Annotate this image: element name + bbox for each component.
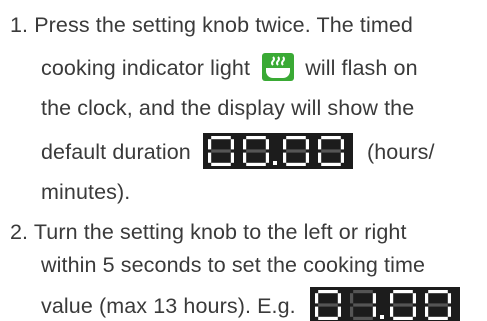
segment-b (337, 293, 341, 304)
segment-a (393, 290, 413, 294)
segment-a (353, 290, 373, 294)
segment-e (317, 152, 322, 164)
step-1-line-1: 1. Press the setting knob twice. The tim… (0, 5, 413, 45)
segment-c (337, 306, 341, 318)
segment-f (317, 139, 322, 150)
segment-d (321, 163, 341, 167)
segment-f (242, 139, 247, 150)
segment-f (349, 293, 354, 304)
segment-e (424, 306, 429, 318)
segment-b (340, 139, 344, 150)
segment-display-example (309, 287, 460, 321)
segment-b (412, 293, 416, 304)
segment-b (372, 293, 376, 304)
segment-d (211, 163, 231, 167)
segment-e (389, 306, 394, 318)
step-2-number: 2. (10, 220, 29, 244)
step-1-text-7: minutes). (41, 180, 131, 204)
step-1-line-3: the clock, and the display will show the (41, 88, 414, 128)
segment-b (305, 139, 309, 150)
segment-e (349, 306, 354, 318)
segment-e (242, 152, 247, 164)
segment-f (424, 293, 429, 304)
segment-g (246, 149, 266, 153)
segment-e (314, 306, 319, 318)
segment-f (282, 139, 287, 150)
segment-d (393, 317, 413, 321)
segment-a (286, 136, 306, 140)
segment-a (246, 136, 266, 140)
segment-a (318, 290, 338, 294)
segment-e (207, 152, 212, 164)
step-2-text-2: within 5 seconds to set the cooking time (41, 253, 426, 277)
segment-d (246, 163, 266, 167)
step-1-line-4: default duration (hours/ (41, 132, 435, 172)
step-1-text-1: Press the setting knob twice. The timed (34, 13, 413, 37)
step-1-text-2: cooking indicator light (41, 56, 251, 80)
segment-d (286, 163, 306, 167)
segment-display-default (202, 133, 353, 170)
segment-b (265, 139, 269, 150)
segment-f (389, 293, 394, 304)
segment-g (211, 149, 231, 153)
step-1-number: 1. (10, 13, 29, 37)
step-1-line-5: minutes). (41, 172, 130, 212)
segment-c (447, 306, 451, 318)
segment-f (314, 293, 319, 304)
segment-a (321, 136, 341, 140)
step-2-text-1: Turn the setting knob to the left or rig… (33, 220, 407, 244)
step-1-text-4: the clock, and the display will show the (41, 96, 415, 120)
segment-c (340, 152, 344, 164)
segment-c (305, 152, 309, 164)
segment-c (372, 306, 376, 318)
segment-g (321, 149, 341, 153)
timed-cooking-pot-icon (262, 53, 295, 82)
segment-c (412, 306, 416, 318)
segment-g (428, 303, 448, 307)
step-1-text-3: will flash on (305, 56, 418, 80)
step-1-text-5: default duration (41, 140, 191, 164)
decimal-point (272, 161, 277, 166)
segment-b (447, 293, 451, 304)
segment-g (286, 149, 306, 153)
step-2-line-3: value (max 13 hours). E.g. (41, 286, 460, 321)
segment-e (282, 152, 287, 164)
segment-d (428, 317, 448, 321)
segment-g (353, 303, 373, 307)
step-1-text-6: (hours/ (366, 140, 435, 164)
segment-d (318, 317, 338, 321)
segment-a (211, 136, 231, 140)
step-2-line-2: within 5 seconds to set the cooking time (41, 245, 425, 285)
step-2-text-3: value (max 13 hours). E.g. (41, 294, 296, 318)
segment-f (207, 139, 212, 150)
segment-c (265, 152, 269, 164)
segment-a (428, 290, 448, 294)
segment-d (353, 317, 373, 321)
instruction-page: 1. Press the setting knob twice. The tim… (0, 0, 487, 321)
segment-g (318, 303, 338, 307)
segment-c (230, 152, 234, 164)
decimal-point (379, 315, 384, 320)
segment-b (230, 139, 234, 150)
segment-g (393, 303, 413, 307)
step-1-line-2: cooking indicator light will flash on (41, 48, 418, 88)
